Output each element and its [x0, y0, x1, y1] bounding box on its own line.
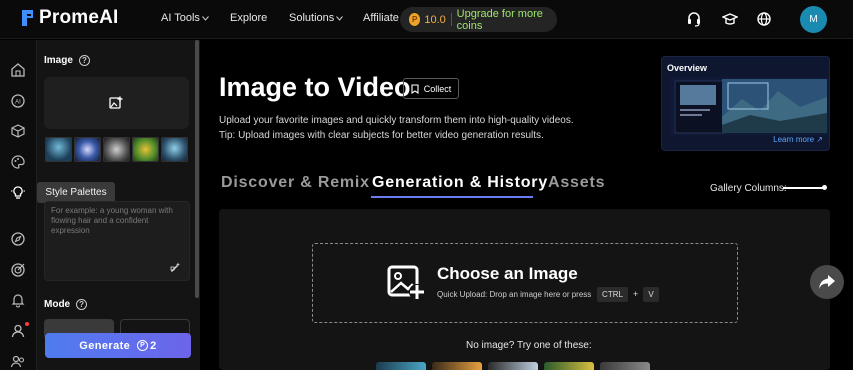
sample-thumbnails	[45, 137, 188, 162]
thumbnail[interactable]	[103, 137, 130, 162]
ai-icon[interactable]: AI	[10, 93, 26, 109]
thumbnail[interactable]	[74, 137, 101, 162]
globe-icon[interactable]	[756, 11, 772, 27]
share-icon	[819, 275, 835, 289]
image-section-label: Image ?	[44, 55, 90, 66]
svg-text:AI: AI	[15, 100, 21, 106]
magic-wand-icon[interactable]	[170, 262, 181, 273]
bulb-icon[interactable]	[10, 185, 26, 201]
collect-label: Collect	[423, 83, 452, 94]
coin-balance: 10.0	[424, 13, 446, 26]
nav-affiliate-label: Affiliate	[363, 12, 399, 24]
promeai-logo-icon	[22, 10, 33, 26]
kbd-ctrl-text: CTRL	[602, 290, 623, 299]
notification-dot	[25, 322, 29, 326]
tooltip-text: Style Palettes	[45, 187, 107, 198]
thumbnail[interactable]	[132, 137, 159, 162]
graduation-cap-icon[interactable]	[722, 11, 738, 27]
learn-more-link[interactable]: Learn more ↗	[773, 135, 823, 144]
people-icon[interactable]	[10, 354, 26, 370]
tab-discover-remix[interactable]: Discover & Remix	[221, 174, 370, 192]
nav-affiliate[interactable]: Affiliate	[363, 12, 399, 24]
credit-icon: P	[137, 340, 149, 351]
coins-pill[interactable]: P 10.0 Upgrade for more coins	[400, 7, 557, 32]
nav-ai-tools[interactable]: AI Tools	[161, 12, 209, 24]
palette-icon[interactable]	[10, 154, 26, 170]
nav-explore-label: Explore	[230, 12, 268, 24]
divider	[450, 13, 452, 26]
avatar-initial: M	[809, 14, 818, 25]
page-tip: Tip: Upload images with clear subjects f…	[219, 130, 544, 141]
add-image-icon	[109, 96, 123, 109]
headset-icon[interactable]	[686, 11, 702, 27]
gallery-columns-slider[interactable]	[783, 187, 826, 189]
overview-preview-image	[670, 77, 829, 135]
kbd-plus: +	[633, 289, 639, 299]
collect-button[interactable]: Collect	[403, 78, 459, 99]
cube-icon[interactable]	[10, 123, 26, 139]
tab-generation-history[interactable]: Generation & History	[372, 174, 548, 192]
upload-image-icon	[387, 265, 425, 300]
bell-icon[interactable]	[10, 292, 26, 308]
style-palettes-tooltip: Style Palettes	[37, 182, 115, 203]
tab-assets[interactable]: Assets	[548, 174, 605, 192]
upgrade-link[interactable]: Upgrade for more coins	[457, 8, 557, 32]
sample-image[interactable]	[600, 362, 650, 370]
kbd-v: V	[643, 287, 659, 302]
nav-solutions-label: Solutions	[289, 12, 335, 24]
thumbnail[interactable]	[45, 137, 72, 162]
sample-image[interactable]	[376, 362, 426, 370]
home-icon[interactable]	[10, 62, 26, 78]
choose-image-title: Choose an Image	[437, 264, 578, 283]
share-button[interactable]	[810, 265, 844, 299]
top-navigation-bar: PromeAI AI Tools Explore Solutions Affil…	[0, 0, 853, 39]
brand-name: PromeAI	[39, 7, 119, 28]
help-icon[interactable]: ?	[78, 55, 90, 66]
image-label-text: Image	[44, 55, 73, 66]
page-description: Upload your favorite images and quickly …	[219, 115, 574, 126]
sample-image[interactable]	[432, 362, 482, 370]
chevron-down-icon	[202, 15, 209, 21]
sample-prompt-text: No image? Try one of these:	[466, 340, 592, 351]
nav-explore[interactable]: Explore	[230, 12, 267, 24]
sample-image[interactable]	[488, 362, 538, 370]
active-tab-indicator	[371, 196, 533, 198]
promeai-logo[interactable]: PromeAI	[20, 7, 119, 29]
mode-label-text: Mode	[44, 299, 71, 310]
generate-label: Generate	[79, 339, 131, 352]
slider-handle[interactable]	[822, 185, 827, 190]
prompt-placeholder: For example: a young woman with flowing …	[51, 206, 173, 235]
sample-image[interactable]	[544, 362, 594, 370]
gallery-columns-label: Gallery Columns:	[710, 183, 787, 194]
overview-card[interactable]: Overview Learn more ↗	[661, 56, 830, 151]
thumbnail[interactable]	[161, 137, 188, 162]
chevron-down-icon	[336, 15, 344, 21]
panel-scrollbar[interactable]	[195, 40, 199, 298]
bookmark-icon	[411, 83, 419, 94]
nav-solutions[interactable]: Solutions	[289, 12, 344, 24]
user-icon[interactable]	[10, 323, 26, 339]
nav-ai-tools-label: AI Tools	[161, 12, 200, 24]
mode-section-label: Mode ?	[44, 299, 88, 310]
kbd-ctrl: CTRL	[597, 287, 628, 302]
generate-button[interactable]: Generate P 2	[45, 333, 191, 358]
target-icon[interactable]	[10, 262, 26, 278]
help-icon[interactable]: ?	[76, 299, 88, 310]
page-title: Image to Video	[219, 72, 411, 102]
compass-icon[interactable]	[10, 231, 26, 247]
user-avatar[interactable]: M	[800, 6, 827, 33]
overview-title: Overview	[667, 63, 708, 73]
image-upload-box[interactable]	[44, 77, 189, 129]
kbd-v-text: V	[648, 290, 654, 299]
generate-cost: P 2	[137, 340, 157, 352]
sample-images-row	[376, 362, 650, 370]
generate-cost-value: 2	[150, 339, 157, 352]
coin-icon: P	[409, 13, 421, 26]
left-rail: AI	[0, 40, 37, 370]
quick-upload-hint: Quick Upload: Drop an image here or pres…	[437, 290, 592, 299]
